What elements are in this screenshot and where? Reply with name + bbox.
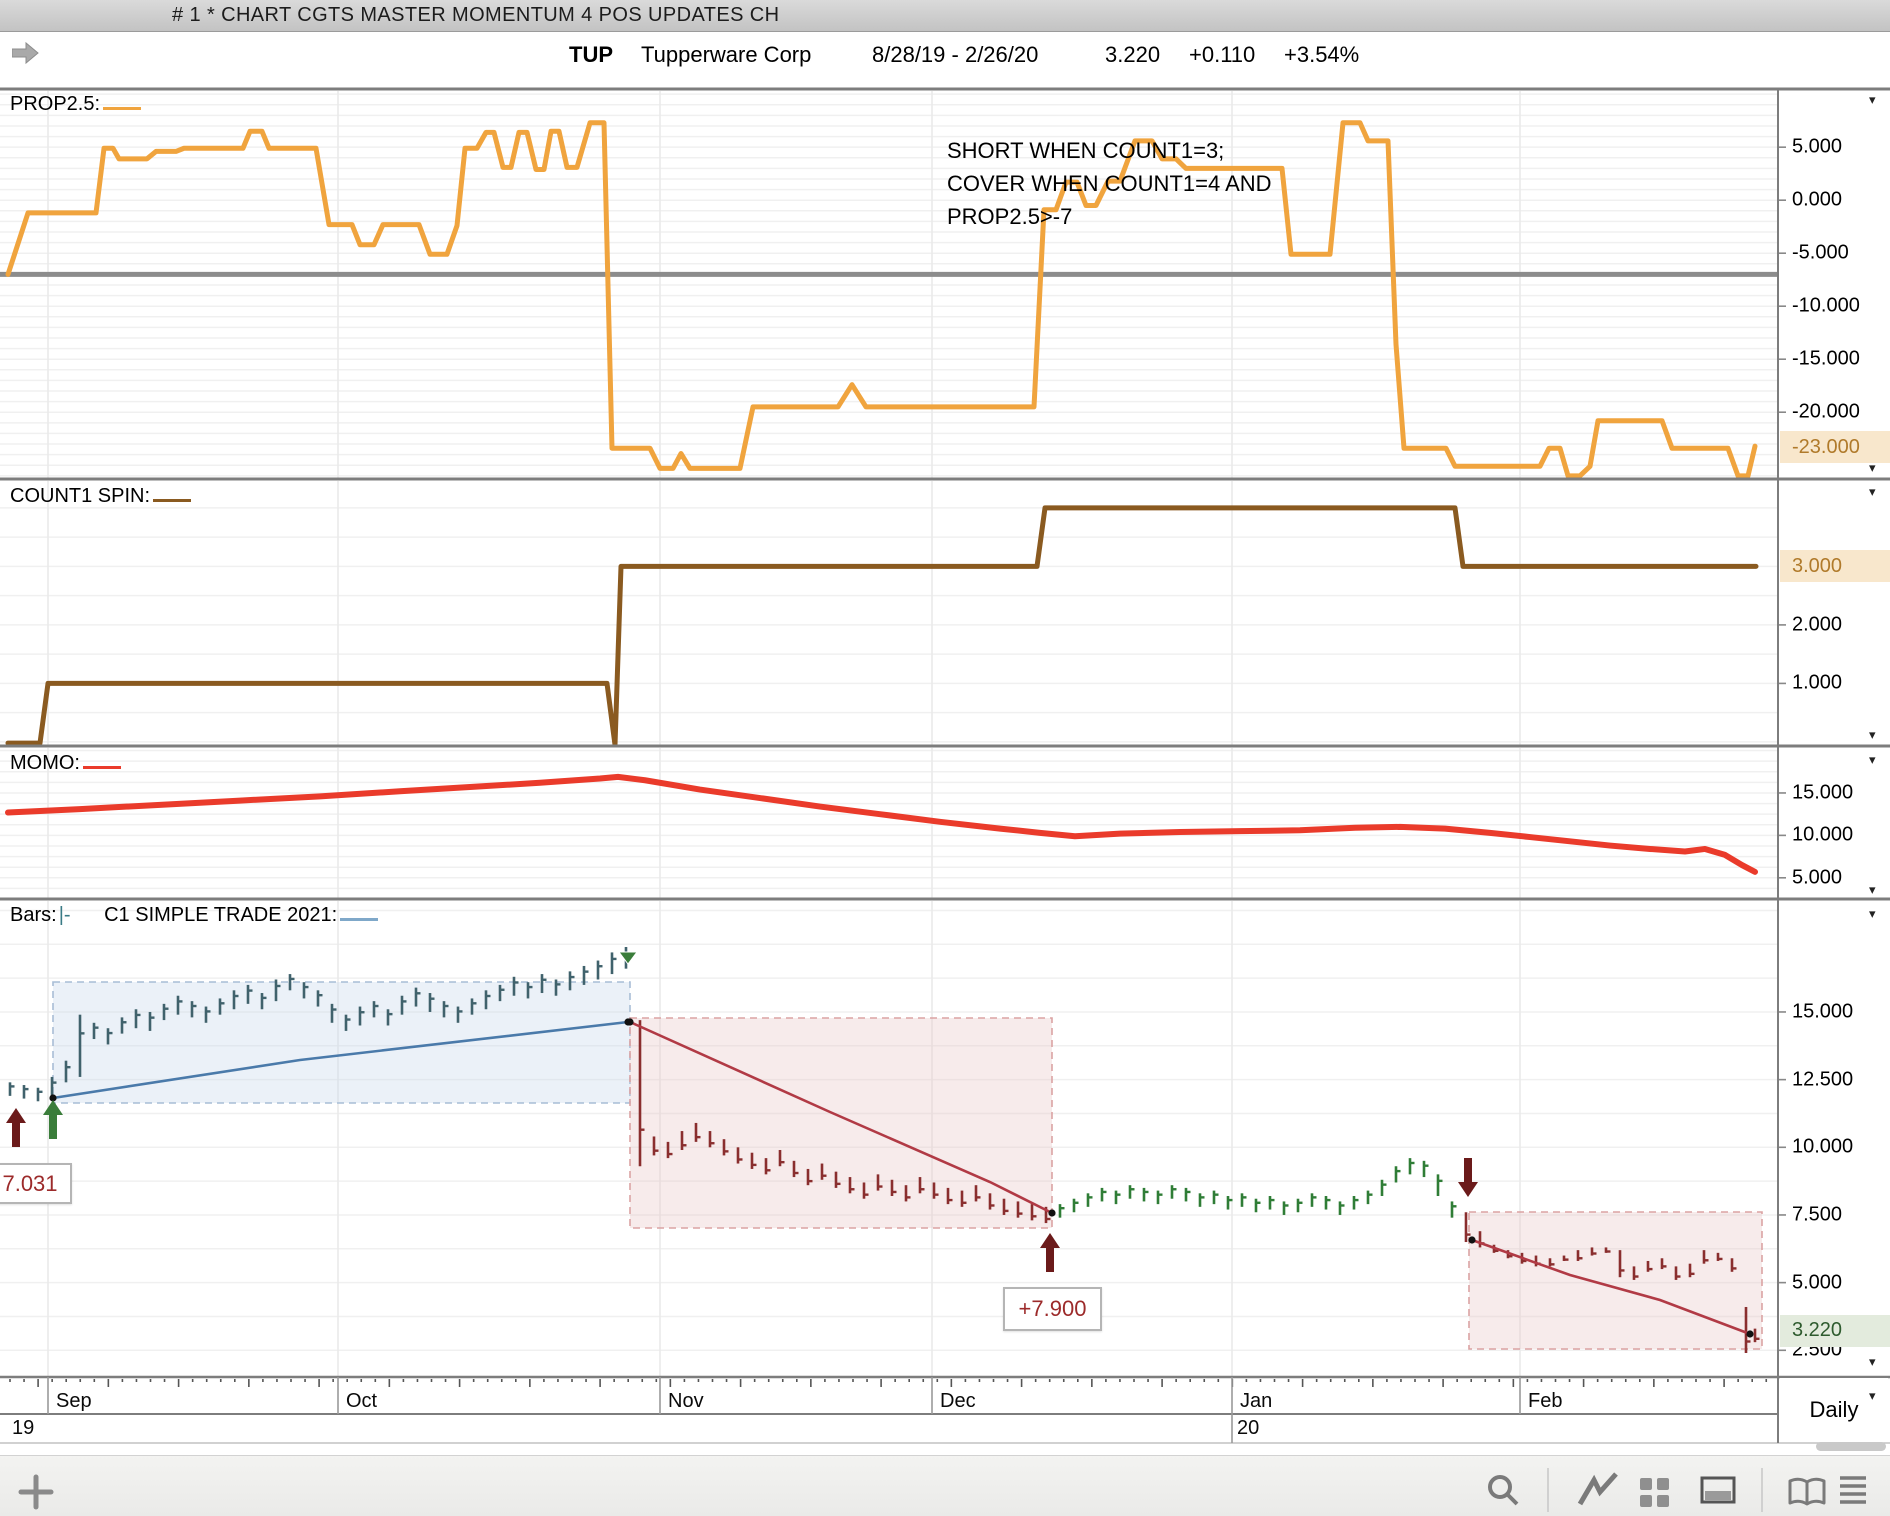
- axis-tick-label: 5.000: [1792, 135, 1843, 158]
- zigzag-chart-icon[interactable]: [1577, 1472, 1618, 1506]
- axis-tick-label: 10.000: [1792, 1135, 1854, 1158]
- short-arrow-marker: [1458, 1158, 1478, 1197]
- axis-highlight-value: 3.000: [1792, 554, 1843, 577]
- buy-arrow-marker: [1040, 1233, 1060, 1272]
- chart-window: # 1 * CHART CGTS MASTER MOMENTUM 4 POS U…: [0, 0, 1890, 1516]
- axis-tick-label: 15.000: [1792, 1000, 1854, 1023]
- axis-tick-label: 2.000: [1792, 613, 1843, 636]
- month-label: Nov: [668, 1390, 704, 1412]
- legend-bars[interactable]: Bars: |- C1 SIMPLE TRADE 2021:: [10, 904, 379, 927]
- trade-point-dot: [626, 1018, 634, 1026]
- trade-point-dot: [1468, 1236, 1476, 1244]
- count1-color-swatch: [153, 485, 192, 502]
- trade-point-dot: [1048, 1209, 1056, 1217]
- month-label: Oct: [346, 1390, 378, 1412]
- chevron-down-icon[interactable]: ▾: [1869, 907, 1876, 920]
- chevron-down-icon[interactable]: ▾: [1869, 461, 1876, 474]
- chevron-down-icon[interactable]: ▾: [1869, 485, 1876, 498]
- magnifier-icon[interactable]: [1488, 1475, 1519, 1506]
- year-label: 20: [1237, 1417, 1260, 1439]
- axis-tick-label: -15.000: [1792, 347, 1860, 370]
- axis-tick-label: 5.000: [1792, 866, 1843, 889]
- chevron-down-icon[interactable]: ▾: [1869, 728, 1876, 741]
- short-trade-box: [1468, 1211, 1763, 1350]
- book-icon[interactable]: [1788, 1477, 1826, 1506]
- month-label: Jan: [1240, 1390, 1273, 1412]
- legend-momo[interactable]: MOMO:: [10, 752, 121, 775]
- horizontal-scrollbar[interactable]: [1816, 1442, 1886, 1451]
- axis-tick-label: -5.000: [1792, 241, 1849, 264]
- axis-highlight-prop: -23.000: [1780, 431, 1890, 464]
- axis-tick-label: -20.000: [1792, 400, 1860, 423]
- trade-price-label: 7.031: [0, 1163, 72, 1204]
- chart-canvas[interactable]: [0, 0, 1890, 1455]
- axis-tick-label: 12.500: [1792, 1068, 1854, 1091]
- legend-count1-spin[interactable]: COUNT1 SPIN:: [10, 485, 192, 508]
- buy-arrow-marker: [43, 1100, 63, 1139]
- trade-color-swatch: [340, 904, 379, 921]
- momo-color-swatch: [83, 752, 121, 769]
- month-label: Feb: [1528, 1390, 1563, 1412]
- panel-layout-icon[interactable]: [1700, 1476, 1736, 1504]
- legend-prop25[interactable]: PROP2.5:: [10, 93, 142, 116]
- strategy-annotation: SHORT WHEN COUNT1=3; COVER WHEN COUNT1=4…: [947, 138, 1272, 229]
- chevron-down-icon[interactable]: ▾: [1869, 93, 1876, 106]
- trade-point-dot: [1746, 1330, 1754, 1338]
- axis-highlight-value: 3.220: [1792, 1319, 1843, 1342]
- count-line: [5, 505, 1759, 748]
- axis-tick-label: 1.000: [1792, 671, 1843, 694]
- axis-tick-label: 7.500: [1792, 1203, 1843, 1226]
- bottom-toolbar: [0, 1455, 1890, 1516]
- month-label: Sep: [56, 1390, 92, 1412]
- chevron-down-icon[interactable]: ▾: [1869, 1389, 1876, 1402]
- trade-price-label: +7.900: [1003, 1287, 1102, 1331]
- axis-highlight-bars: 3.220: [1780, 1314, 1890, 1347]
- plus-icon[interactable]: [18, 1474, 54, 1510]
- bar-style-icon: |-: [58, 904, 71, 926]
- axis-highlight-count: 3.000: [1780, 550, 1890, 583]
- grid-view-icon[interactable]: [1640, 1478, 1669, 1507]
- axis-tick-label: -10.000: [1792, 294, 1860, 317]
- year-label: 19: [12, 1417, 35, 1439]
- axis-tick-label: 0.000: [1792, 188, 1843, 211]
- axis-tick-label: 5.000: [1792, 1271, 1843, 1294]
- axis-tick-label: 15.000: [1792, 781, 1854, 804]
- chevron-down-icon[interactable]: ▾: [1869, 1355, 1876, 1368]
- prop25-color-swatch: [103, 93, 142, 110]
- chevron-down-icon[interactable]: ▾: [1869, 883, 1876, 896]
- chevron-down-icon[interactable]: ▾: [1869, 753, 1876, 766]
- axis-highlight-value: -23.000: [1792, 435, 1860, 458]
- axis-tick-label: 10.000: [1792, 823, 1854, 846]
- sell-triangle-marker: [618, 951, 638, 965]
- toolbar-icons: [18, 1468, 1866, 1512]
- month-label: Dec: [940, 1390, 976, 1412]
- menu-lines-icon[interactable]: [1840, 1476, 1866, 1504]
